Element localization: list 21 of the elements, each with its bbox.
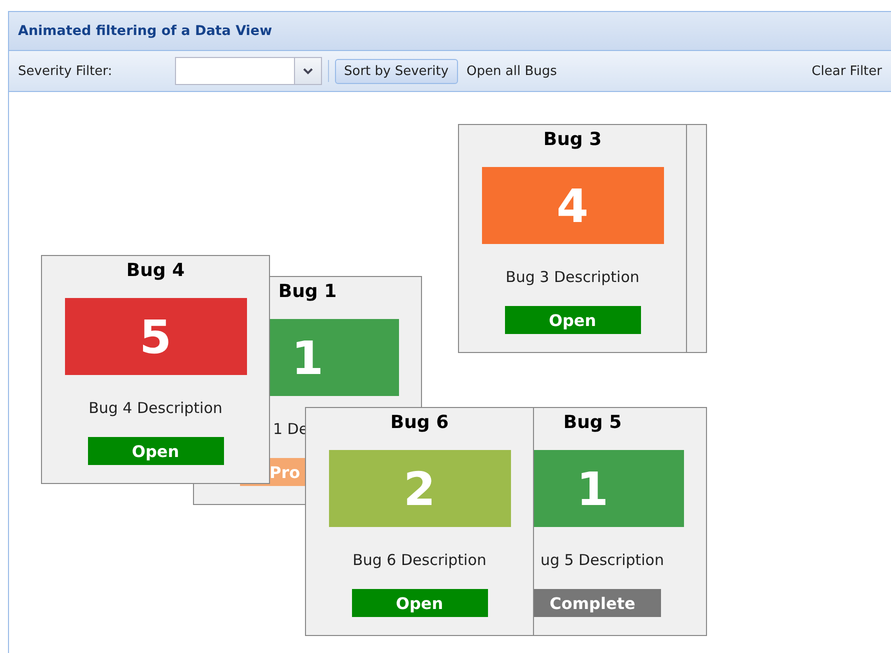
card-title: Bug 4 [126, 260, 185, 283]
open-all-button[interactable]: Open all Bugs [458, 58, 566, 84]
panel-title: Animated filtering of a Data View [18, 23, 272, 39]
bug-description: Bug 4 Description [88, 399, 222, 417]
bug-description: ug 5 Description [540, 551, 664, 569]
severity-tile: 4 [482, 167, 664, 244]
status-badge: Open [504, 306, 640, 334]
sort-button[interactable]: Sort by Severity [335, 58, 458, 84]
severity-tile: 2 [328, 450, 510, 527]
card-title: Bug 1 [278, 281, 337, 304]
status-badge: Open [352, 589, 488, 617]
severity-tile: 5 [64, 298, 246, 375]
clear-filter-button[interactable]: Clear Filter [802, 58, 891, 84]
card-title: Bug 6 [390, 412, 449, 435]
bug-description: Bug 6 Description [352, 551, 486, 569]
status-badge: Open [88, 437, 224, 465]
filter-label: Severity Filter: [18, 64, 114, 78]
chevron-down-icon[interactable] [303, 68, 313, 74]
card-title: Bug 3 [543, 129, 602, 152]
bug-description: Bug 3 Description [506, 268, 640, 286]
card-title: Bug 5 [563, 412, 622, 435]
